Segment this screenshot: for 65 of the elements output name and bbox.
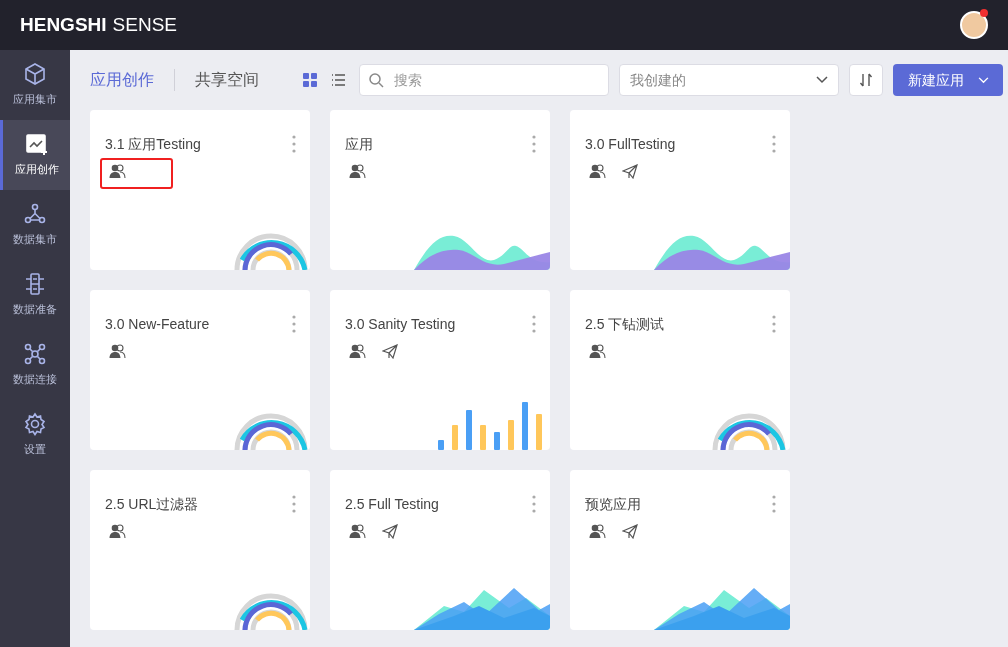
settings-icon [23,412,47,437]
app-title: 2.5 下钻测试 [585,315,665,334]
more-options-icon[interactable] [772,314,776,334]
logo: HENGSHI SENSE [20,12,177,37]
app-title: 预览应用 [585,495,641,514]
users-icon [589,343,606,360]
sidebar-item[interactable]: 数据集市 [0,190,70,260]
sidebar-item[interactable]: 应用集市 [0,50,70,120]
sidebar-item[interactable]: 数据连接 [0,330,70,400]
app-title: 3.0 Sanity Testing [345,315,456,334]
users-icon [589,523,606,540]
app-card[interactable]: 3.0 FullTesting [570,110,790,270]
app-card[interactable]: 2.5 URL过滤器 [90,470,310,630]
app-title: 3.1 应用Testing [105,135,201,154]
paper-plane-icon [622,524,638,539]
app-card[interactable]: 预览应用 [570,470,790,630]
users-icon [589,163,606,180]
sidebar-item[interactable]: 应用创作 [0,120,70,190]
app-card[interactable]: 3.0 Sanity Testing [330,290,550,450]
paper-plane-icon [382,524,398,539]
users-icon [109,163,126,180]
app-card[interactable]: 2.5 下钻测试 [570,290,790,450]
app-title: 应用 [345,135,373,154]
sidebar-item[interactable]: 数据准备 [0,260,70,330]
sort-button[interactable] [849,64,883,96]
paper-plane-icon [622,164,638,179]
more-options-icon[interactable] [532,134,536,154]
app-card[interactable]: 3.1 应用Testing [90,110,310,270]
avatar[interactable] [960,11,988,39]
more-options-icon[interactable] [532,494,536,514]
tab[interactable]: 共享空间 [175,68,279,92]
users-icon [349,523,366,540]
app-card[interactable]: 3.0 New-Feature [90,290,310,450]
app-card[interactable]: 应用 [330,110,550,270]
users-icon [109,343,126,360]
app-title: 3.0 FullTesting [585,135,676,154]
more-options-icon[interactable] [532,314,536,334]
users-icon [349,343,366,360]
network-icon [23,342,47,367]
new-app-button[interactable]: 新建应用 [893,64,1003,96]
paper-plane-icon [382,344,398,359]
grid-view-icon[interactable] [303,73,317,87]
app-card[interactable]: 2.5 Full Testing [330,470,550,630]
app-title: 3.0 New-Feature [105,315,210,334]
chevron-down-icon [816,76,828,84]
app-title: 2.5 URL过滤器 [105,495,199,514]
chart-icon [24,132,49,157]
users-icon [109,523,126,540]
more-options-icon[interactable] [292,494,296,514]
cube-icon [23,62,47,87]
sidebar-item[interactable]: 设置 [0,400,70,470]
search-field[interactable]: 搜索 [359,64,609,96]
users-icon [349,163,366,180]
more-options-icon[interactable] [292,314,296,334]
chevron-down-icon [977,76,989,84]
app-title: 2.5 Full Testing [345,495,439,514]
search-icon [368,72,384,88]
more-options-icon[interactable] [292,134,296,154]
filter-dropdown[interactable]: 我创建的 [619,64,839,96]
list-view-icon[interactable] [331,73,346,87]
pipeline-icon [23,272,47,297]
tab[interactable]: 应用创作 [90,68,174,92]
more-options-icon[interactable] [772,494,776,514]
more-options-icon[interactable] [772,134,776,154]
sort-icon [859,72,873,88]
